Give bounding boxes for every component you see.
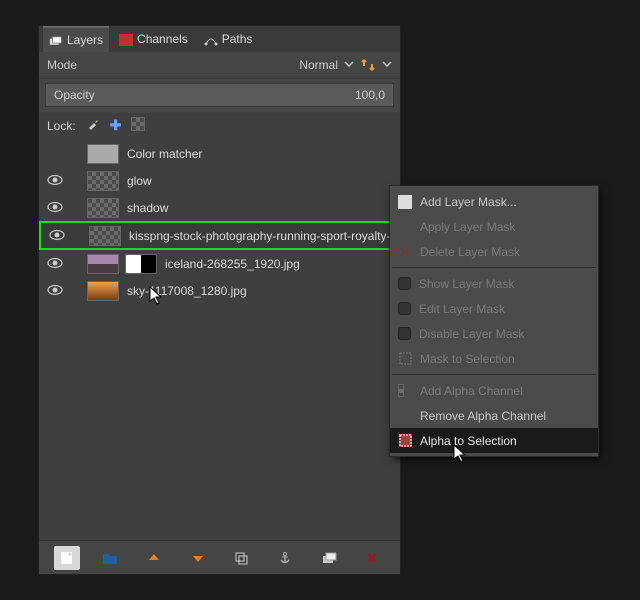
alpha-to-selection-icon bbox=[398, 434, 412, 448]
lock-label: Lock: bbox=[47, 119, 76, 133]
menu-show-layer-mask: Show Layer Mask bbox=[390, 271, 598, 296]
layer-thumbnail bbox=[89, 226, 121, 246]
layer-name: kisspng-stock-photography-running-sport-… bbox=[129, 229, 398, 243]
tab-paths-label: Paths bbox=[222, 32, 253, 46]
tab-channels[interactable]: Channels bbox=[113, 26, 194, 52]
menu-edit-layer-mask: Edit Layer Mask bbox=[390, 296, 598, 321]
tab-layers[interactable]: Layers bbox=[43, 26, 109, 52]
blank-icon bbox=[398, 409, 412, 423]
anchor-layer-button[interactable] bbox=[272, 546, 298, 570]
lock-alpha-icon[interactable] bbox=[131, 117, 153, 134]
layers-icon bbox=[49, 35, 63, 45]
visibility-toggle[interactable] bbox=[45, 283, 65, 299]
menu-add-layer-mask[interactable]: Add Layer Mask... bbox=[390, 189, 598, 214]
raise-layer-button[interactable] bbox=[141, 546, 167, 570]
menu-apply-layer-mask: Apply Layer Mask bbox=[390, 214, 598, 239]
swap-icon[interactable] bbox=[360, 57, 376, 73]
lock-row: Lock: ✚ bbox=[39, 113, 400, 140]
opacity-value: 100,0 bbox=[355, 88, 385, 102]
channels-icon bbox=[119, 34, 133, 44]
layer-name: glow bbox=[127, 174, 400, 188]
menu-add-alpha-channel: Add Alpha Channel bbox=[390, 378, 598, 403]
merge-down-button[interactable] bbox=[316, 546, 342, 570]
mode-label: Mode bbox=[47, 58, 77, 72]
context-menu: Add Layer Mask... Apply Layer Mask Delet… bbox=[389, 185, 599, 457]
tab-channels-label: Channels bbox=[137, 32, 188, 46]
blank-icon bbox=[398, 220, 412, 234]
layers-list: Color matcher glow shadow kisspng-stock-… bbox=[39, 140, 400, 540]
layers-toolbar bbox=[39, 540, 400, 574]
layer-thumbnail bbox=[87, 254, 119, 274]
menu-separator bbox=[392, 374, 596, 375]
layer-thumbnail bbox=[87, 171, 119, 191]
visibility-toggle[interactable] bbox=[45, 200, 65, 216]
visibility-toggle[interactable] bbox=[47, 228, 67, 244]
layer-name: sky-1117008_1280.jpg bbox=[127, 284, 400, 298]
layer-mask-thumbnail bbox=[125, 254, 157, 274]
delete-layer-button[interactable] bbox=[359, 546, 385, 570]
checkbox-icon bbox=[398, 327, 411, 340]
layer-row[interactable]: Color matcher bbox=[39, 140, 400, 167]
new-group-button[interactable] bbox=[97, 546, 123, 570]
opacity-label: Opacity bbox=[54, 88, 95, 102]
layer-thumbnail bbox=[87, 281, 119, 301]
layer-thumbnail bbox=[87, 198, 119, 218]
menu-delete-layer-mask: Delete Layer Mask bbox=[390, 239, 598, 264]
menu-separator bbox=[392, 267, 596, 268]
layer-row[interactable]: iceland-268255_1920.jpg bbox=[39, 250, 400, 277]
layer-thumbnail bbox=[87, 144, 119, 164]
delete-mask-icon bbox=[398, 245, 412, 259]
mode-value: Normal bbox=[299, 58, 338, 72]
layer-name: Color matcher bbox=[127, 147, 400, 161]
visibility-toggle[interactable] bbox=[45, 256, 65, 272]
layer-name: iceland-268255_1920.jpg bbox=[165, 257, 400, 271]
layer-row[interactable]: sky-1117008_1280.jpg bbox=[39, 277, 400, 304]
alpha-icon bbox=[398, 384, 412, 398]
opacity-slider[interactable]: Opacity 100,0 bbox=[45, 83, 394, 107]
lock-position-icon[interactable]: ✚ bbox=[110, 117, 122, 134]
duplicate-layer-button[interactable] bbox=[228, 546, 254, 570]
menu-remove-alpha-channel[interactable]: Remove Alpha Channel bbox=[390, 403, 598, 428]
menu-mask-to-selection: Mask to Selection bbox=[390, 346, 598, 371]
add-mask-icon bbox=[398, 195, 412, 209]
tab-paths[interactable]: Paths bbox=[198, 26, 259, 52]
mode-dropdown[interactable] bbox=[344, 58, 354, 72]
layer-row-selected[interactable]: kisspng-stock-photography-running-sport-… bbox=[39, 221, 400, 250]
mode-dropdown-2[interactable] bbox=[382, 58, 392, 72]
paths-icon bbox=[204, 34, 218, 44]
layers-panel: Layers Channels Paths Mode Normal bbox=[38, 25, 401, 575]
visibility-toggle[interactable] bbox=[45, 173, 65, 189]
panel-tabs: Layers Channels Paths bbox=[39, 26, 400, 52]
layer-row[interactable]: glow bbox=[39, 167, 400, 194]
new-layer-button[interactable] bbox=[54, 546, 80, 570]
layer-row[interactable]: shadow bbox=[39, 194, 400, 221]
menu-disable-layer-mask: Disable Layer Mask bbox=[390, 321, 598, 346]
tab-layers-label: Layers bbox=[67, 33, 103, 47]
lower-layer-button[interactable] bbox=[185, 546, 211, 570]
layer-name: shadow bbox=[127, 201, 400, 215]
selection-icon bbox=[398, 352, 412, 366]
checkbox-icon bbox=[398, 302, 411, 315]
menu-alpha-to-selection[interactable]: Alpha to Selection bbox=[390, 428, 598, 453]
checkbox-icon bbox=[398, 277, 411, 290]
lock-pixels-icon[interactable] bbox=[86, 117, 100, 134]
mode-row: Mode Normal bbox=[39, 52, 400, 79]
